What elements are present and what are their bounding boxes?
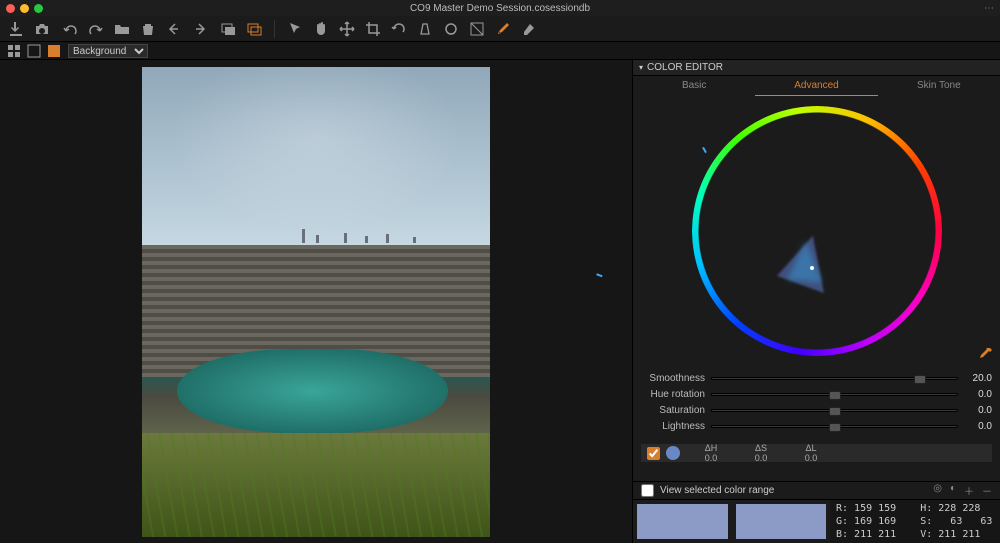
brush-icon[interactable] — [495, 21, 511, 37]
add-icon[interactable]: ＋ — [964, 483, 974, 498]
move-icon[interactable] — [339, 21, 355, 37]
saturation-slider[interactable] — [711, 409, 958, 412]
eraser-icon[interactable] — [521, 21, 537, 37]
tab-skintone[interactable]: Skin Tone — [878, 76, 1000, 96]
main-toolbar — [0, 16, 1000, 42]
tab-basic[interactable]: Basic — [633, 76, 755, 96]
saturation-label: Saturation — [641, 405, 705, 416]
saturation-value[interactable]: 0.0 — [964, 405, 992, 416]
lightness-value[interactable]: 0.0 — [964, 421, 992, 432]
close-window-button[interactable] — [6, 4, 15, 13]
view-single-icon[interactable] — [26, 43, 42, 59]
color-wheel-area — [633, 96, 1000, 366]
rotate-icon[interactable] — [391, 21, 407, 37]
swatches-row: R:159159 H:228228 G:169169 S: 63 63 B:21… — [633, 499, 1000, 543]
before-swatch[interactable] — [637, 504, 728, 539]
wheel-range-tick[interactable] — [702, 147, 707, 153]
image-viewer[interactable] — [0, 60, 632, 543]
minimize-window-button[interactable] — [20, 4, 29, 13]
hue-value[interactable]: 0.0 — [964, 389, 992, 400]
sub-toolbar: Background — [0, 42, 1000, 60]
image-canvas[interactable] — [142, 67, 490, 537]
crop-icon[interactable] — [365, 21, 381, 37]
smoothness-slider[interactable] — [711, 377, 958, 380]
lightness-label: Lightness — [641, 421, 705, 432]
view-range-label: View selected color range — [660, 485, 774, 496]
mask-gradient-icon[interactable] — [469, 21, 485, 37]
trash-icon[interactable] — [140, 21, 156, 37]
tab-advanced[interactable]: Advanced — [755, 76, 877, 96]
titlebar-more-icon[interactable]: ⋯ — [984, 3, 994, 14]
redo-step-icon[interactable] — [192, 21, 208, 37]
view-filled-icon[interactable] — [46, 43, 62, 59]
right-panel: ▾ COLOR EDITOR Basic Advanced Skin Tone — [632, 60, 1000, 543]
window-title: CO9 Master Demo Session.cosessiondb — [0, 3, 1000, 14]
after-swatch[interactable] — [736, 504, 827, 539]
redo-icon[interactable] — [88, 21, 104, 37]
delta-swatch[interactable] — [666, 446, 680, 460]
spot-icon[interactable] — [443, 21, 459, 37]
view-range-checkbox[interactable] — [641, 484, 654, 497]
delta-h-label: ΔH — [686, 443, 736, 453]
color-editor-tabs: Basic Advanced Skin Tone — [633, 76, 1000, 96]
smoothness-label: Smoothness — [641, 373, 705, 384]
folder-icon[interactable] — [114, 21, 130, 37]
hue-slider[interactable] — [711, 393, 958, 396]
target-icon[interactable]: ◎ — [933, 483, 942, 498]
lightness-slider[interactable] — [711, 425, 958, 428]
delta-row: ΔH0.0 ΔS0.0 ΔL0.0 — [641, 444, 992, 462]
panel-header[interactable]: ▾ COLOR EDITOR — [633, 60, 1000, 76]
eyedropper-icon[interactable] — [978, 346, 994, 362]
capture-icon[interactable] — [34, 21, 50, 37]
delta-s-label: ΔS — [736, 443, 786, 453]
window-titlebar: CO9 Master Demo Session.cosessiondb ⋯ — [0, 0, 1000, 16]
overlay-a-icon[interactable] — [220, 21, 236, 37]
color-picker-indicator[interactable] — [784, 236, 844, 296]
color-readout: R:159159 H:228228 G:169169 S: 63 63 B:21… — [830, 500, 1000, 543]
smoothness-value[interactable]: 20.0 — [964, 373, 992, 384]
hue-label: Hue rotation — [641, 389, 705, 400]
cursor-icon[interactable] — [287, 21, 303, 37]
chevron-down-icon: ▾ — [639, 63, 643, 72]
undo-step-icon[interactable] — [166, 21, 182, 37]
remove-icon[interactable]: － — [982, 483, 992, 498]
hand-icon[interactable] — [313, 21, 329, 37]
zoom-window-button[interactable] — [34, 4, 43, 13]
overlay-b-icon[interactable] — [246, 21, 262, 37]
view-grid-icon[interactable] — [6, 43, 22, 59]
import-icon[interactable] — [8, 21, 24, 37]
undo-icon[interactable] — [62, 21, 78, 37]
keystone-icon[interactable] — [417, 21, 433, 37]
sliders-area: Smoothness 20.0 Hue rotation 0.0 Saturat… — [633, 366, 1000, 438]
delta-checkbox[interactable] — [647, 447, 660, 460]
delta-l-label: ΔL — [786, 443, 836, 453]
view-range-row: View selected color range ◎ ◐ ＋ － — [633, 481, 1000, 499]
color-wheel[interactable] — [692, 106, 942, 356]
layer-select[interactable]: Background — [68, 44, 148, 58]
invert-icon[interactable]: ◐ — [950, 483, 956, 498]
panel-title: COLOR EDITOR — [647, 62, 723, 73]
